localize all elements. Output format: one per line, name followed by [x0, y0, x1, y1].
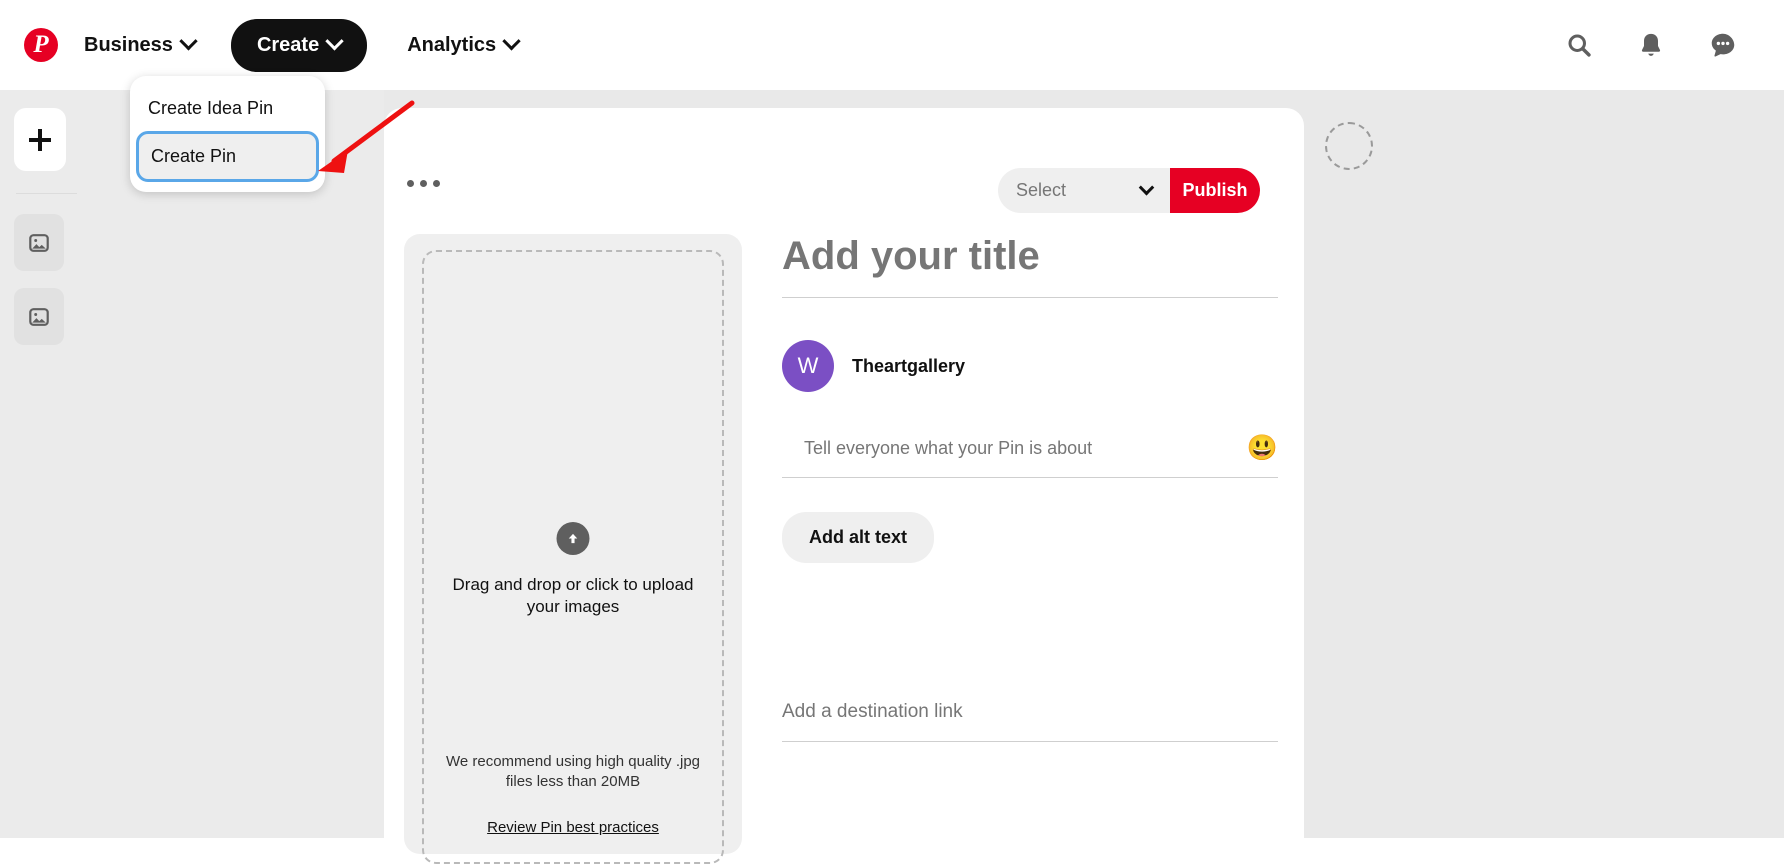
ellipsis-icon[interactable] — [407, 180, 440, 187]
dropzone-file-note: We recommend using high quality .jpg fil… — [445, 752, 701, 790]
emoji-picker-icon[interactable]: 😃 — [1247, 436, 1278, 461]
dropzone-instruction: Drag and drop or click to upload your im… — [452, 575, 694, 617]
add-alt-text-button[interactable]: Add alt text — [782, 512, 935, 563]
top-nav-actions — [1562, 28, 1740, 62]
pin-editor-card: Select Publish Drag and drop or click to… — [384, 108, 1304, 868]
board-select-value: Select — [1016, 180, 1067, 200]
create-dropdown-menu: Create Idea Pin Create Pin — [130, 76, 325, 192]
description-placeholder: Tell everyone what your Pin is about — [804, 438, 1093, 458]
destination-link-input[interactable]: Add a destination link — [782, 701, 1278, 742]
left-rail — [0, 90, 384, 838]
pin-title-input[interactable]: Add your title — [782, 234, 1278, 298]
image-placeholder-icon — [29, 233, 49, 252]
publish-button[interactable]: Publish — [1170, 168, 1260, 213]
chevron-down-icon — [325, 31, 344, 50]
pinterest-logo-icon[interactable]: P — [24, 28, 58, 62]
dashed-circle-placeholder — [1325, 122, 1373, 170]
nav-analytics-menu[interactable]: Analytics — [393, 24, 532, 67]
chevron-down-icon — [179, 31, 198, 50]
nav-analytics-label: Analytics — [407, 33, 497, 56]
pin-author[interactable]: W Theartgallery — [782, 340, 1278, 392]
image-placeholder-icon — [29, 307, 49, 326]
nav-create-menu[interactable]: Create — [230, 18, 368, 72]
chevron-down-icon — [1138, 179, 1155, 196]
editor-actions: Select Publish — [998, 168, 1260, 213]
menu-item-create-pin[interactable]: Create Pin — [136, 131, 319, 182]
add-pin-button[interactable] — [14, 108, 66, 171]
pin-description-input[interactable]: Tell everyone what your Pin is about 😃 — [782, 436, 1278, 478]
menu-item-create-idea-pin[interactable]: Create Idea Pin — [130, 90, 325, 127]
upload-arrow-icon — [556, 522, 590, 555]
nav-business-menu[interactable]: Business — [70, 24, 209, 67]
nav-business-label: Business — [84, 33, 173, 56]
bell-icon[interactable] — [1634, 28, 1668, 62]
search-icon[interactable] — [1562, 28, 1596, 62]
review-best-practices-link[interactable]: Review Pin best practices — [404, 819, 742, 836]
rail-thumbnail-2[interactable] — [14, 288, 64, 345]
nav-create-label: Create — [256, 33, 320, 56]
chat-bubble-icon[interactable] — [1706, 28, 1740, 62]
author-name: Theartgallery — [852, 355, 966, 376]
chevron-down-icon — [502, 31, 521, 50]
board-select[interactable]: Select — [998, 168, 1170, 213]
avatar: W — [782, 340, 834, 392]
rail-thumbnail-1[interactable] — [14, 214, 64, 271]
image-upload-dropzone[interactable]: Drag and drop or click to upload your im… — [404, 234, 742, 864]
page-body: Select Publish Drag and drop or click to… — [0, 90, 1784, 868]
plus-icon — [29, 128, 51, 151]
rail-divider — [16, 193, 77, 194]
pin-details-form: Add your title W Theartgallery Tell ever… — [782, 234, 1278, 742]
